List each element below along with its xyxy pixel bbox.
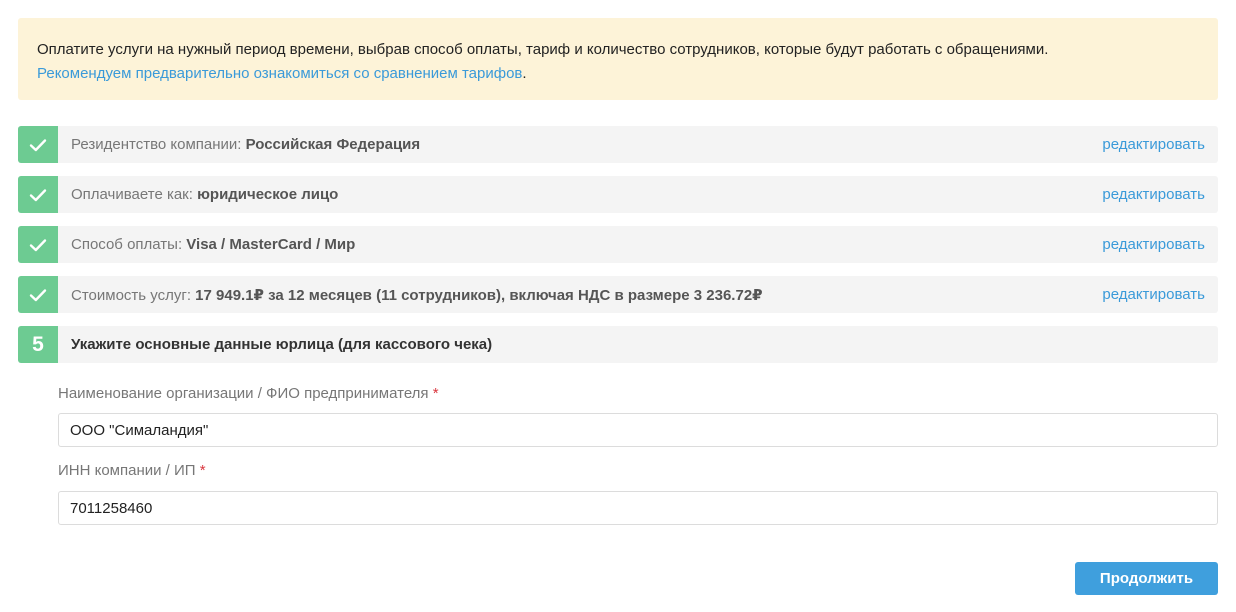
check-icon — [29, 238, 47, 251]
step-title: Укажите основные данные юрлица (для касс… — [71, 336, 493, 353]
step-legal-entity-data: 5 Укажите основные данные юрлица (для ка… — [18, 326, 1218, 363]
step-value: Российская Федерация — [245, 136, 421, 153]
check-icon — [29, 188, 47, 201]
inn-input[interactable] — [58, 491, 1218, 525]
step-residency: Резидентство компании: Российская Федера… — [18, 126, 1218, 163]
notice-link-suffix: . — [522, 65, 527, 82]
step-value: 17 949.1₽ за 12 месяцев (11 сотрудников)… — [195, 286, 763, 304]
step-done-badge — [18, 276, 58, 313]
step-done-badge — [18, 176, 58, 213]
step-value: Visa / MasterCard / Мир — [186, 236, 356, 253]
step-label: Резидентство компании: — [71, 136, 242, 153]
step-text: Способ оплаты: Visa / MasterCard / Мир — [71, 236, 1102, 253]
continue-button[interactable]: Продолжить — [1075, 562, 1218, 595]
org-name-label-text: Наименование организации / ФИО предприни… — [58, 385, 429, 402]
required-mark: * — [432, 385, 439, 402]
inn-label-text: ИНН компании / ИП — [58, 462, 196, 479]
step-payment-method: Способ оплаты: Visa / MasterCard / Мир р… — [18, 226, 1218, 263]
notice-text: Оплатите услуги на нужный период времени… — [37, 41, 1049, 58]
org-name-label: Наименование организации / ФИО предприни… — [58, 385, 439, 402]
step-payer-type: Оплачиваете как: юридическое лицо редакт… — [18, 176, 1218, 213]
org-name-input[interactable] — [58, 413, 1218, 447]
notice-link-line: Рекомендуем предварительно ознакомиться … — [37, 62, 1199, 86]
edit-cost-link[interactable]: редактировать — [1102, 286, 1205, 303]
step-number-badge: 5 — [18, 326, 58, 363]
edit-payment-method-link[interactable]: редактировать — [1102, 236, 1205, 253]
info-notice: Оплатите услуги на нужный период времени… — [18, 18, 1218, 100]
tariff-comparison-link[interactable]: Рекомендуем предварительно ознакомиться … — [37, 65, 522, 82]
step-done-badge — [18, 226, 58, 263]
required-mark: * — [199, 462, 206, 479]
step-label: Оплачиваете как: — [71, 186, 193, 203]
step-text: Резидентство компании: Российская Федера… — [71, 136, 1102, 153]
check-icon — [29, 288, 47, 301]
step-done-badge — [18, 126, 58, 163]
edit-payer-type-link[interactable]: редактировать — [1102, 186, 1205, 203]
step-cost: Стоимость услуг: 17 949.1₽ за 12 месяцев… — [18, 276, 1218, 313]
edit-residency-link[interactable]: редактировать — [1102, 136, 1205, 153]
inn-label: ИНН компании / ИП * — [58, 462, 206, 479]
step-label: Стоимость услуг: — [71, 286, 191, 304]
step-label: Способ оплаты: — [71, 236, 183, 253]
step-value: юридическое лицо — [197, 186, 339, 203]
step-text: Стоимость услуг: 17 949.1₽ за 12 месяцев… — [71, 286, 1102, 304]
check-icon — [29, 138, 47, 151]
step-text: Оплачиваете как: юридическое лицо — [71, 186, 1102, 203]
